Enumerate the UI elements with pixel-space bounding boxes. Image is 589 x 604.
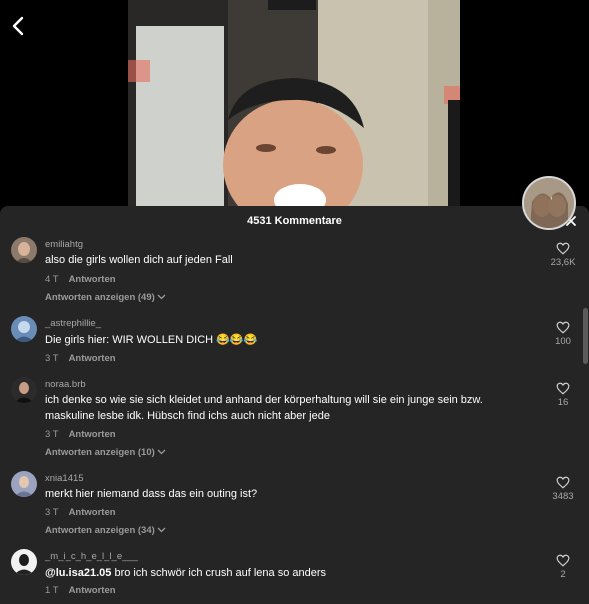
reply-button[interactable]: Antworten: [69, 507, 116, 518]
comment-time: 3 T: [45, 429, 59, 440]
like-count: 3483: [552, 491, 574, 502]
chevron-left-icon: [12, 16, 24, 36]
comments-count-title: 4531 Kommentare: [247, 215, 342, 227]
comment-username[interactable]: noraa.brb: [45, 379, 86, 390]
like-count: 23,6K: [550, 257, 576, 268]
like-count: 100: [555, 336, 571, 347]
comment-username[interactable]: _astrephillie_: [45, 318, 101, 329]
comment-meta: 4 T Antworten: [45, 274, 116, 285]
view-replies-button[interactable]: Antworten anzeigen (10): [45, 447, 166, 458]
like-count: 16: [557, 397, 569, 408]
creator-avatar[interactable]: [522, 176, 576, 230]
heart-icon: [556, 242, 570, 255]
avatar[interactable]: [11, 237, 37, 263]
comment-text: Die girls hier: WIR WOLLEN DICH 😂😂😂: [45, 334, 258, 346]
like-button[interactable]: 3483: [547, 476, 579, 502]
reply-button[interactable]: Antworten: [69, 274, 116, 285]
creator-avatar-image: [524, 178, 574, 228]
comment-meta: 3 T Antworten: [45, 429, 116, 440]
comment-text-body: bro ich schwör ich crush auf lena so and…: [111, 567, 326, 579]
comment-text: @lu.isa21.05 bro ich schwör ich crush au…: [45, 565, 525, 581]
view-replies-label: Antworten anzeigen (10): [45, 447, 155, 458]
comment-text: also die girls wollen dich auf jeden Fal…: [45, 254, 233, 266]
avatar[interactable]: [11, 471, 37, 497]
comment-time: 4 T: [45, 274, 59, 285]
comment-username[interactable]: _m_i_c_h_e_l_l_e___: [45, 551, 138, 562]
user-avatar-image: [11, 549, 37, 575]
avatar[interactable]: [11, 549, 37, 575]
like-button[interactable]: 100: [547, 321, 579, 347]
heart-icon: [556, 321, 570, 334]
heart-icon: [556, 554, 570, 567]
comment-meta: 1 T Antworten: [45, 585, 116, 596]
reply-button[interactable]: Antworten: [69, 429, 116, 440]
user-avatar-image: [11, 377, 37, 403]
chevron-down-icon: [157, 295, 166, 300]
comment-username[interactable]: xnia1415: [45, 473, 84, 484]
comment-meta: 3 T Antworten: [45, 353, 116, 364]
view-replies-button[interactable]: Antworten anzeigen (34): [45, 525, 166, 536]
comment-time: 1 T: [45, 585, 59, 596]
chevron-down-icon: [157, 450, 166, 455]
video-area: [0, 0, 589, 206]
comments-header: 4531 Kommentare: [0, 206, 589, 236]
view-replies-button[interactable]: Antworten anzeigen (49): [45, 292, 166, 303]
scrollbar[interactable]: [583, 308, 588, 364]
comments-panel: 4531 Kommentare emiliahtg also die girls…: [0, 206, 589, 604]
comment-text: ich denke so wie sie sich kleidet und an…: [45, 394, 483, 422]
user-avatar-image: [11, 237, 37, 263]
video-frame-image: [128, 0, 460, 206]
comment-time: 3 T: [45, 353, 59, 364]
video-player[interactable]: [128, 0, 460, 206]
heart-icon: [556, 382, 570, 395]
avatar[interactable]: [11, 316, 37, 342]
heart-icon: [556, 476, 570, 489]
comment-meta: 3 T Antworten: [45, 507, 116, 518]
like-button[interactable]: 23,6K: [547, 242, 579, 268]
chevron-down-icon: [157, 528, 166, 533]
comment-text: merkt hier niemand dass das ein outing i…: [45, 488, 258, 500]
view-replies-label: Antworten anzeigen (34): [45, 525, 155, 536]
mention-link[interactable]: @lu.isa21.05: [45, 567, 111, 579]
like-count: 2: [560, 569, 566, 580]
user-avatar-image: [11, 316, 37, 342]
reply-button[interactable]: Antworten: [69, 585, 116, 596]
view-replies-label: Antworten anzeigen (49): [45, 292, 155, 303]
user-avatar-image: [11, 471, 37, 497]
comment-username[interactable]: emiliahtg: [45, 239, 83, 250]
back-button[interactable]: [8, 14, 30, 38]
avatar[interactable]: [11, 377, 37, 403]
reply-button[interactable]: Antworten: [69, 353, 116, 364]
comment-time: 3 T: [45, 507, 59, 518]
like-button[interactable]: 2: [547, 554, 579, 580]
like-button[interactable]: 16: [547, 382, 579, 408]
